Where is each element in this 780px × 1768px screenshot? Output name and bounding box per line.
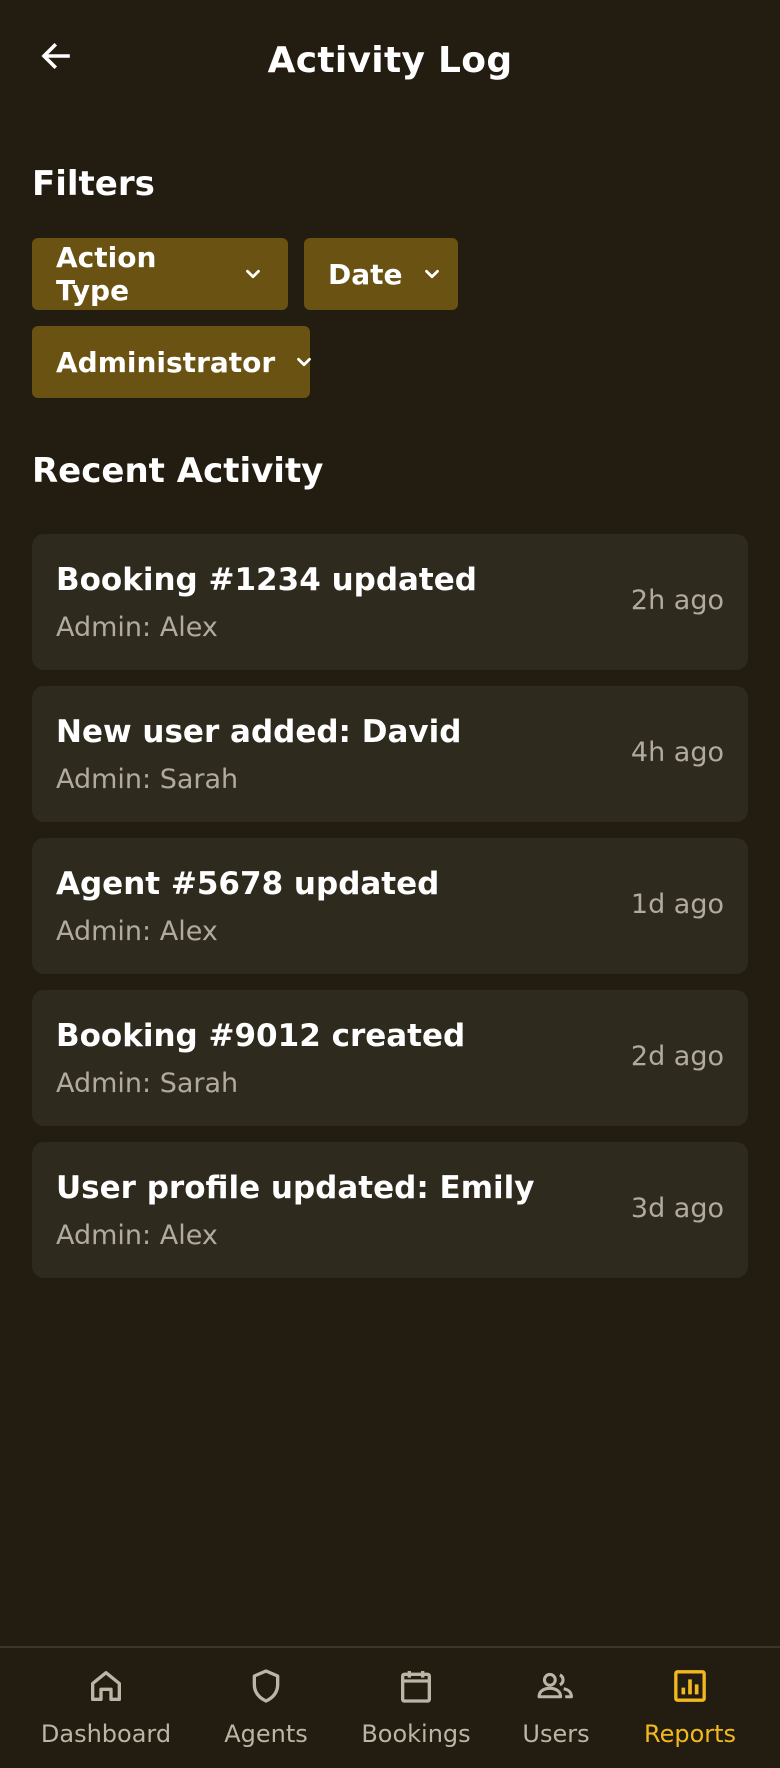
activity-time: 2h ago xyxy=(630,585,724,616)
administrator-filter-label: Administrator xyxy=(56,345,276,379)
chevron-down-icon xyxy=(293,351,315,373)
nav-item-users[interactable]: Users xyxy=(481,1666,631,1748)
nav-item-label: Bookings xyxy=(361,1720,471,1748)
bottom-navigation: Dashboard Agents Bookings Users Reports xyxy=(0,1646,780,1768)
nav-item-dashboard[interactable]: Dashboard xyxy=(31,1666,181,1748)
nav-item-label: Reports xyxy=(643,1720,737,1748)
activity-title: Agent #5678 updated xyxy=(56,866,440,902)
action-type-filter[interactable]: Action Type xyxy=(32,238,288,310)
recent-activity-heading: Recent Activity xyxy=(32,451,324,491)
activity-list: Booking #1234 updated Admin: Alex 2h ago… xyxy=(32,534,748,1294)
nav-item-bookings[interactable]: Bookings xyxy=(341,1666,491,1748)
activity-admin: Admin: Sarah xyxy=(56,1068,239,1099)
nav-item-label: Users xyxy=(522,1720,590,1748)
users-icon xyxy=(536,1666,576,1706)
nav-item-agents[interactable]: Agents xyxy=(191,1666,341,1748)
activity-item[interactable]: Booking #9012 created Admin: Sarah 2d ag… xyxy=(32,990,748,1126)
date-filter-label: Date xyxy=(328,257,403,291)
nav-item-reports[interactable]: Reports xyxy=(615,1666,765,1748)
home-icon xyxy=(86,1666,126,1706)
activity-admin: Admin: Alex xyxy=(56,916,218,947)
activity-item[interactable]: Agent #5678 updated Admin: Alex 1d ago xyxy=(32,838,748,974)
date-filter[interactable]: Date xyxy=(304,238,458,310)
action-type-filter-label: Action Type xyxy=(56,241,157,307)
activity-time: 1d ago xyxy=(630,889,724,920)
activity-admin: Admin: Alex xyxy=(56,1220,218,1251)
bar-chart-icon xyxy=(670,1666,710,1706)
activity-time: 3d ago xyxy=(630,1193,724,1224)
activity-title: User profile updated: Emily xyxy=(56,1170,535,1206)
app-header: Activity Log xyxy=(0,0,780,126)
shield-icon xyxy=(246,1666,286,1706)
activity-time: 4h ago xyxy=(630,737,724,768)
nav-item-label: Dashboard xyxy=(40,1720,172,1748)
activity-item[interactable]: Booking #1234 updated Admin: Alex 2h ago xyxy=(32,534,748,670)
page-title: Activity Log xyxy=(267,40,513,81)
activity-time: 2d ago xyxy=(630,1041,724,1072)
activity-item[interactable]: New user added: David Admin: Sarah 4h ag… xyxy=(32,686,748,822)
activity-item[interactable]: User profile updated: Emily Admin: Alex … xyxy=(32,1142,748,1278)
activity-title: New user added: David xyxy=(56,714,462,750)
activity-title: Booking #9012 created xyxy=(56,1018,466,1054)
chevron-down-icon xyxy=(242,263,264,285)
activity-admin: Admin: Sarah xyxy=(56,764,239,795)
chevron-down-icon xyxy=(421,263,443,285)
activity-admin: Admin: Alex xyxy=(56,612,218,643)
nav-item-label: Agents xyxy=(224,1720,308,1748)
filters-heading: Filters xyxy=(32,164,155,204)
calendar-icon xyxy=(396,1666,436,1706)
administrator-filter[interactable]: Administrator xyxy=(32,326,312,398)
activity-title: Booking #1234 updated xyxy=(56,562,477,598)
